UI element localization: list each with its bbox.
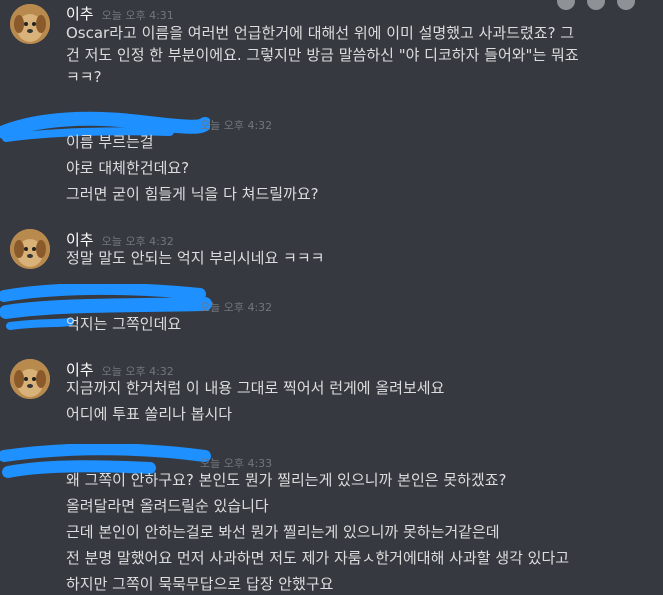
message-text: 하지만 그쪽이 묵묵무답으로 답장 안했구요	[66, 575, 334, 593]
message-text: 억지는 그쪽인데요	[66, 315, 182, 333]
message-toolbar	[553, 0, 663, 12]
timestamp: 오늘 오후 4:31	[101, 9, 174, 22]
message-text: 왜 그쪽이 안하구요? 본인도 뭔가 찔리는게 있으니까 본인은 못하겠죠?	[66, 471, 507, 489]
message-text: 그러면 굳이 힘들게 닉을 다 쳐드릴까요?	[66, 185, 319, 203]
dog-avatar-icon	[10, 359, 50, 399]
message-text: 이름 부르는걸	[66, 133, 154, 151]
message-text: 올려달라면 올려드릴순 있습니다	[66, 497, 269, 515]
message-text: 건 저도 인정 한 부분이에요. 그렇지만 방금 말씀하신 "야 디코하자 들어…	[66, 46, 579, 64]
message-text: 지금까지 한거처럼 이 내용 그대로 찍어서 런게에 올려보세요	[66, 379, 445, 397]
reaction-icon[interactable]	[557, 0, 575, 10]
message-text: 야로 대체한건데요?	[66, 159, 190, 177]
message-text: ㅋㅋ?	[66, 68, 102, 86]
dog-avatar-icon	[10, 229, 50, 269]
timestamp: 오늘 오후 4:32	[200, 119, 273, 132]
username[interactable]: 이추	[66, 5, 94, 23]
timestamp: 오늘 오후 4:32	[200, 301, 273, 314]
edit-icon[interactable]	[587, 0, 605, 10]
avatar[interactable]	[10, 4, 50, 44]
message-text: 정말 말도 안되는 억지 부리시네요 ㅋㅋㅋ	[66, 249, 325, 267]
avatar[interactable]	[10, 359, 50, 399]
dog-avatar-icon	[10, 4, 50, 44]
more-icon[interactable]	[617, 0, 635, 10]
avatar[interactable]	[10, 229, 50, 269]
message-text: 어디에 투표 쏠리나 봅시다	[66, 405, 233, 423]
message-text: 전 분명 말했어요 먼저 사과하면 저도 제가 자룸ㅅ한거에대해 사과할 생각 …	[66, 549, 570, 567]
message-text: Oscar라고 이름을 여러번 언급한거에 대해선 위에 이미 설명했고 사과드…	[66, 24, 575, 42]
message-text: 근데 본인이 안하는걸로 봐선 뭔가 찔리는게 있으니까 못하는거같은데	[66, 523, 500, 541]
